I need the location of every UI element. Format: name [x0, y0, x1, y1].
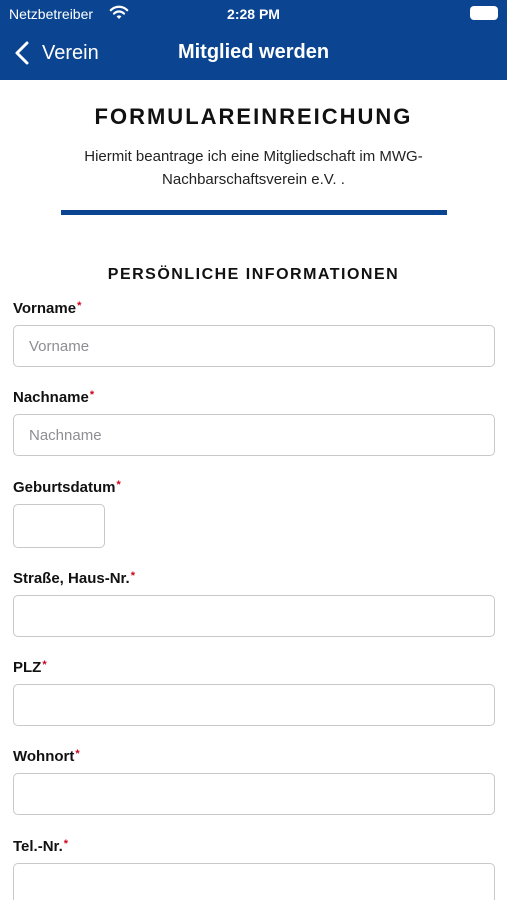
plz-label: PLZ*	[13, 659, 47, 676]
strasse-label: Straße, Haus-Nr.*	[13, 570, 135, 587]
vorname-label: Vorname*	[13, 300, 82, 317]
wohnort-label: Wohnort*	[13, 748, 80, 765]
geburtsdatum-input[interactable]	[13, 504, 105, 548]
form-intro-text: Hiermit beantrage ich eine Mitgliedschaf…	[84, 148, 423, 188]
form-title: FORMULAREINREICHUNG	[94, 104, 413, 129]
nachname-input[interactable]	[13, 414, 495, 456]
nachname-label: Nachname*	[13, 389, 95, 406]
plz-input[interactable]	[13, 684, 495, 726]
required-marker: *	[77, 300, 82, 312]
battery-icon	[470, 6, 498, 20]
geburtsdatum-label: Geburtsdatum*	[13, 479, 121, 496]
telefon-label: Tel.-Nr.*	[13, 838, 69, 855]
status-time: 2:28 PM	[227, 6, 280, 22]
section-title: PERSÖNLICHE INFORMATIONEN	[107, 266, 400, 283]
title-divider	[61, 210, 447, 215]
required-marker: *	[63, 838, 69, 850]
required-marker: *	[42, 659, 47, 671]
telefon-input[interactable]	[13, 863, 495, 900]
app-header: Netzbetreiber 2:28 PM Verein Mitglied we…	[0, 0, 507, 80]
status-bar: Netzbetreiber 2:28 PM	[0, 0, 507, 28]
required-marker: *	[130, 570, 135, 582]
required-marker: *	[89, 389, 95, 401]
strasse-input[interactable]	[13, 595, 495, 637]
wohnort-input[interactable]	[13, 773, 495, 815]
page-title: Mitglied werden	[177, 41, 330, 63]
vorname-input[interactable]	[13, 325, 495, 367]
required-marker: *	[75, 748, 80, 760]
required-marker: *	[116, 479, 121, 491]
